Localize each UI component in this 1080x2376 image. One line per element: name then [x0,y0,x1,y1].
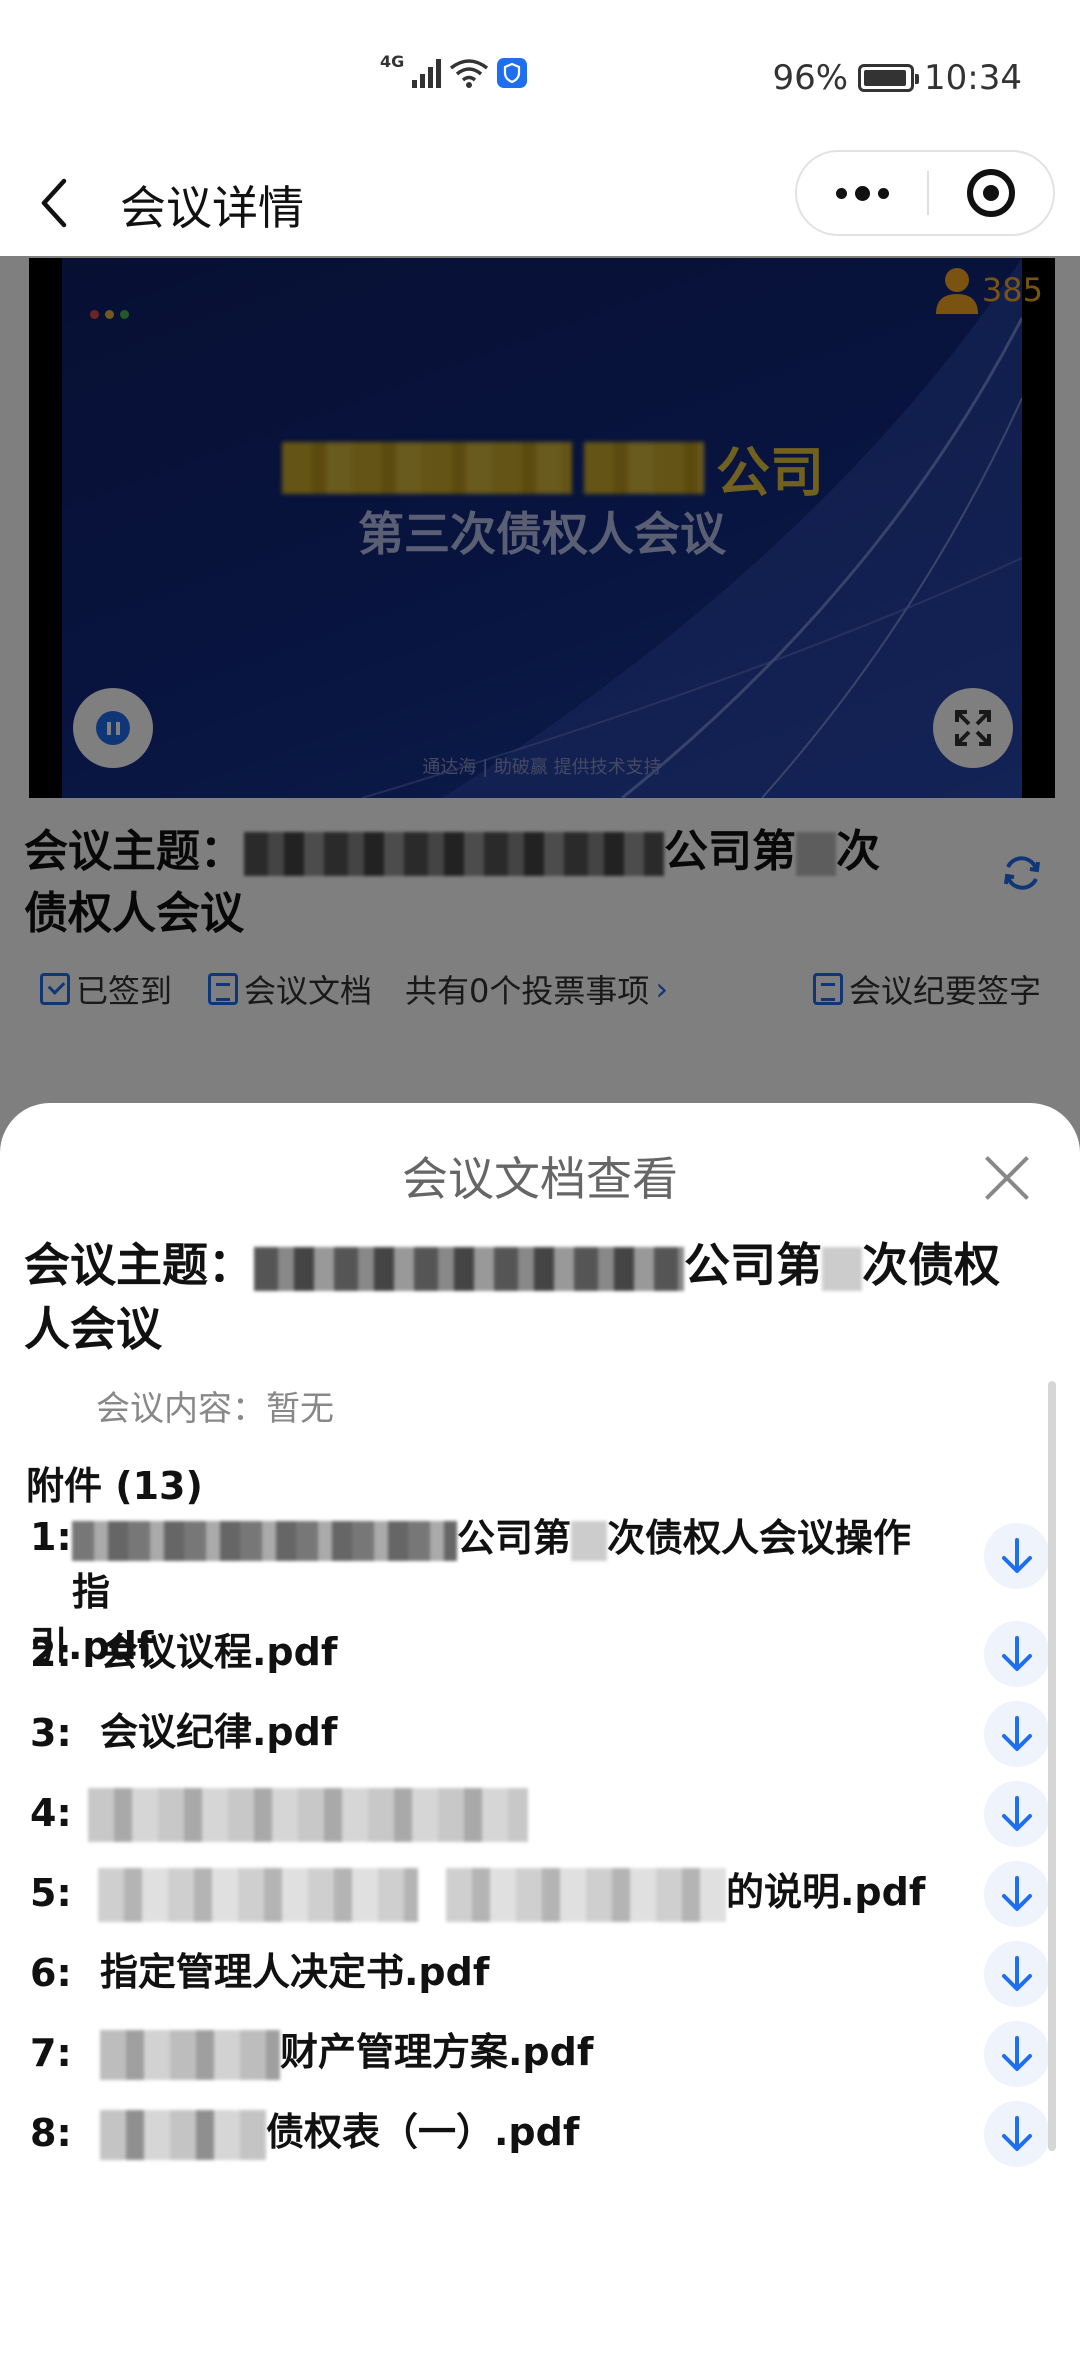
network-type: 4G [380,51,405,71]
download-button[interactable] [984,2101,1050,2167]
target-circle-icon [967,169,1015,217]
topic-line2: 人会议 [24,1302,162,1356]
file-name-part: 债权表（一）.pdf [266,2110,580,2154]
close-button[interactable] [982,1153,1032,1203]
file-number: 2: [30,1631,72,1675]
documents-sheet: 会议文档查看 会议主题： 公司第 次债权 人会议 会议内容：暂无 附件 (13) 1… [0,1103,1080,2376]
download-arrow-icon [1002,2116,1032,2151]
redacted-block [98,1867,418,1922]
meeting-content: 会议内容：暂无 [96,1389,334,1429]
file-name[interactable]: 会议议程.pdf [100,1625,970,1679]
file-name[interactable]: 会议纪律.pdf [100,1705,970,1759]
more-dots-icon [835,187,847,199]
download-button[interactable] [984,1941,1050,2007]
download-button[interactable] [984,1861,1050,1927]
chevron-left-icon [41,178,67,228]
security-badge-icon [497,58,528,88]
battery-percent: 96% [772,58,849,98]
file-number: 5: [30,1871,72,1915]
clock: 10:34 [924,58,1022,98]
more-button[interactable] [797,152,927,234]
download-button[interactable] [984,2021,1050,2087]
redacted-block [72,1520,457,1561]
scrollbar[interactable] [1048,1381,1056,2151]
download-button[interactable] [984,1781,1050,1847]
wifi-icon [450,59,489,88]
file-name-part: 财产管理方案.pdf [280,2030,594,2074]
file-name[interactable] [88,1785,958,1842]
download-arrow-icon [1002,1538,1032,1573]
mini-program-capsule [795,150,1055,236]
page-title: 会议详情 [120,181,304,235]
sheet-meeting-topic: 会议主题： 公司第 次债权 人会议 [24,1233,1044,1361]
download-button[interactable] [984,1523,1050,1589]
battery-icon [858,64,920,92]
file-name[interactable]: 的说明.pdf [98,1865,968,1922]
file-name-part: 的说明.pdf [726,1870,926,1914]
redacted-block [100,2029,280,2080]
download-arrow-icon [1002,1716,1032,1751]
file-number: 4: [30,1791,72,1835]
download-arrow-icon [1002,1876,1032,1911]
redacted-block [822,1246,862,1291]
battery-level [864,70,907,86]
navigation-bar: 会议详情 [0,150,1080,256]
file-name[interactable]: 财产管理方案.pdf [100,2025,970,2080]
file-name-part: 公司第 [457,1516,572,1560]
download-arrow-icon [1002,1636,1032,1671]
download-arrow-icon [1002,2036,1032,2071]
sheet-title: 会议文档查看 [402,1152,678,1206]
redacted-block [571,1520,608,1561]
redacted-block [100,2109,266,2160]
status-icons: 4G [380,52,528,88]
file-number: 6: [30,1951,72,1995]
download-arrow-icon [1002,1956,1032,1991]
redacted-block [446,1867,726,1922]
file-number: 8: [30,2111,72,2155]
status-bar: 4G 96% 10:34 [0,0,1080,150]
signal-icon [412,58,442,88]
download-button[interactable] [984,1701,1050,1767]
topic-end: 次债权 [862,1238,1000,1292]
file-name[interactable]: 债权表（一）.pdf [100,2105,970,2160]
redacted-block [254,1246,684,1291]
redacted-block [88,1787,528,1842]
download-arrow-icon [1002,1796,1032,1831]
file-number: 1: [30,1515,72,1559]
file-number: 3: [30,1711,72,1755]
download-button[interactable] [984,1621,1050,1687]
close-miniprogram-button[interactable] [929,152,1053,234]
file-name[interactable]: 指定管理人决定书.pdf [100,1945,970,1999]
status-right: 96% 10:34 [772,58,1022,98]
back-button[interactable] [38,168,88,238]
file-number: 7: [30,2031,72,2075]
topic-label: 会议主题： [24,1238,254,1292]
topic-mid: 公司第 [684,1238,822,1292]
attachments-header: 附件 (13) [26,1464,203,1508]
